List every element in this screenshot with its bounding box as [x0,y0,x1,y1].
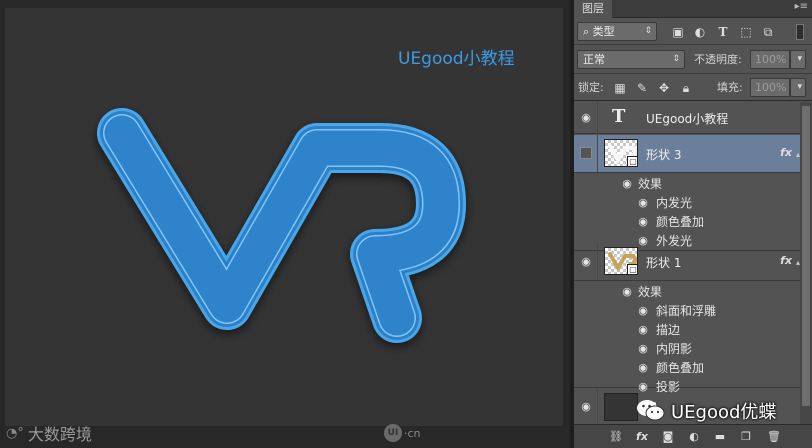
add-style-icon[interactable]: fx [634,429,650,445]
filter-toggle-switch[interactable] [796,24,804,40]
lock-position-icon[interactable]: ✥ [656,80,672,96]
blend-mode-value: 正常 [583,53,605,66]
effect-drop-shadow[interactable]: ◉ 投影 [574,377,800,394]
layers-scrollbar[interactable] [800,102,812,424]
fill-input[interactable]: 100% [750,78,790,97]
layer-name[interactable]: 形状 1 [646,254,681,271]
search-icon: ⌕ [583,25,590,38]
eye-icon[interactable]: ◉ [579,256,593,268]
watermark-center: UI ·cn [384,422,421,444]
link-layers-icon[interactable]: ⛓ [608,429,624,445]
artboard[interactable]: UEgood小教程 [5,8,563,426]
layer-row-shape-1[interactable]: ◉ ▢ 形状 1 fx ▴ [574,243,800,281]
chevron-updown-icon: ⇕ [644,26,652,36]
add-mask-icon[interactable]: ◙ [660,429,676,445]
dashu-logo-icon: ◔° [6,425,24,441]
eye-icon[interactable]: ◉ [636,197,650,209]
opacity-input[interactable]: 100% [750,50,790,69]
filter-shape-icon[interactable]: ⬚ [738,24,754,40]
layer-filter-row: ⌕ 类型 ⇕ ▣ ◐ T ⬚ ⧉ [574,19,812,45]
document-canvas-area[interactable]: UEgood小教程 ◔° 大数跨境 UI ·cn [0,0,570,448]
layer-name[interactable]: UEgood小教程 [646,110,728,127]
effect-inner-glow[interactable]: ◉ 内发光 [574,193,800,212]
eye-icon[interactable]: ◉ [620,178,634,190]
chevron-down-icon: ▾ [797,54,802,64]
canvas-title-text: UEgood小教程 [398,49,515,69]
eye-icon[interactable]: ◉ [636,324,650,336]
layer-thumbnail[interactable]: ▢ [604,139,638,167]
eye-icon[interactable]: ◉ [636,362,650,374]
eye-icon[interactable]: ◉ [636,216,650,228]
lock-image-icon[interactable]: ✎ [634,80,650,96]
blend-row: 正常 ⇕ 不透明度: 100% ▾ [574,46,812,74]
visibility-checkbox[interactable] [580,147,592,159]
lock-transparent-icon[interactable]: ▦ [612,80,628,96]
layer-thumbnail[interactable]: ▢ [604,247,638,275]
layer-row-shape-3[interactable]: ▢ 形状 3 fx ▴ [574,135,800,173]
vr-logo-shape [97,108,466,343]
fx-icon[interactable]: fx [780,146,792,159]
watermark-left: ◔° 大数跨境 [6,421,92,445]
new-group-icon[interactable]: ▬ [712,429,728,445]
eye-icon[interactable]: ◉ [636,305,650,317]
eye-icon[interactable]: ◉ [620,286,634,298]
tab-layers[interactable]: 图层 [574,0,612,18]
layer-name[interactable]: 形状 3 [646,146,681,163]
watermark-right-text: UEgood优蝶 [671,402,777,423]
effect-color-overlay[interactable]: ◉ 颜色叠加 [574,358,800,377]
filter-adjustment-icon[interactable]: ◐ [692,24,708,40]
layer-thumbnail[interactable] [604,393,638,421]
text-layer-icon: T [612,106,626,127]
fx-icon[interactable]: fx [780,254,792,267]
watermark-left-text: 大数跨境 [27,425,92,444]
effects-group[interactable]: ◉ 效果 [574,174,800,193]
eye-icon[interactable]: ◉ [579,401,593,413]
lock-row: 锁定: ▦ ✎ ✥ 🔒︎ 填充: 100% ▾ [574,75,812,101]
effect-bevel-emboss[interactable]: ◉ 斜面和浮雕 [574,301,800,320]
chevron-updown-icon: ⇕ [672,54,680,64]
watermark-center-text: ·cn [404,426,421,440]
fill-label: 填充: [717,81,743,94]
chevron-down-icon: ▾ [797,82,802,92]
filter-pixel-icon[interactable]: ▣ [670,24,686,40]
panel-menu-icon[interactable]: ▸≡ [795,1,808,12]
lock-label: 锁定: [578,81,604,94]
new-adjustment-icon[interactable]: ◐ [686,429,702,445]
vector-mask-icon: ▢ [627,156,637,166]
opacity-label: 不透明度: [694,53,742,66]
blend-mode-select[interactable]: 正常 ⇕ [577,50,685,69]
layer-row-text[interactable]: ◉ T UEgood小教程 [574,102,800,134]
layer-list[interactable]: ◉ T UEgood小教程 ▢ 形状 3 fx ▴ ◉ 效果 ◉ 内发光 ◉ 颜… [574,102,800,424]
eye-icon[interactable]: ◉ [636,343,650,355]
lock-all-icon[interactable]: 🔒︎ [678,80,694,96]
layers-panel: 图层 ▸≡ ⌕ 类型 ⇕ ▣ ◐ T ⬚ ⧉ 正常 ⇕ 不透明度: 100% ▾… [574,0,812,448]
filter-kind-select[interactable]: ⌕ 类型 ⇕ [577,22,657,41]
effect-color-overlay[interactable]: ◉ 颜色叠加 [574,212,800,231]
vector-mask-icon: ▢ [627,264,637,274]
panel-tab-bar: 图层 ▸≡ [574,0,812,18]
eye-icon[interactable]: ◉ [579,112,593,124]
trash-icon[interactable]: 🗑︎ [766,429,782,445]
filter-smartobject-icon[interactable]: ⧉ [760,24,776,40]
new-layer-icon[interactable]: ❐ [738,429,754,445]
wechat-icon [636,398,666,424]
watermark-right: UEgood优蝶 [636,394,812,428]
effects-group[interactable]: ◉ 效果 [574,282,800,301]
effect-stroke[interactable]: ◉ 描边 [574,320,800,339]
effect-inner-shadow[interactable]: ◉ 内阴影 [574,339,800,358]
filter-kind-value: 类型 [592,25,615,38]
opacity-dropdown[interactable]: ▾ [790,50,806,69]
filter-type-icon[interactable]: T [715,24,731,40]
scrollbar-thumb[interactable] [802,106,810,406]
ui-cn-logo-icon: UI [384,424,402,442]
fill-dropdown[interactable]: ▾ [790,78,806,97]
